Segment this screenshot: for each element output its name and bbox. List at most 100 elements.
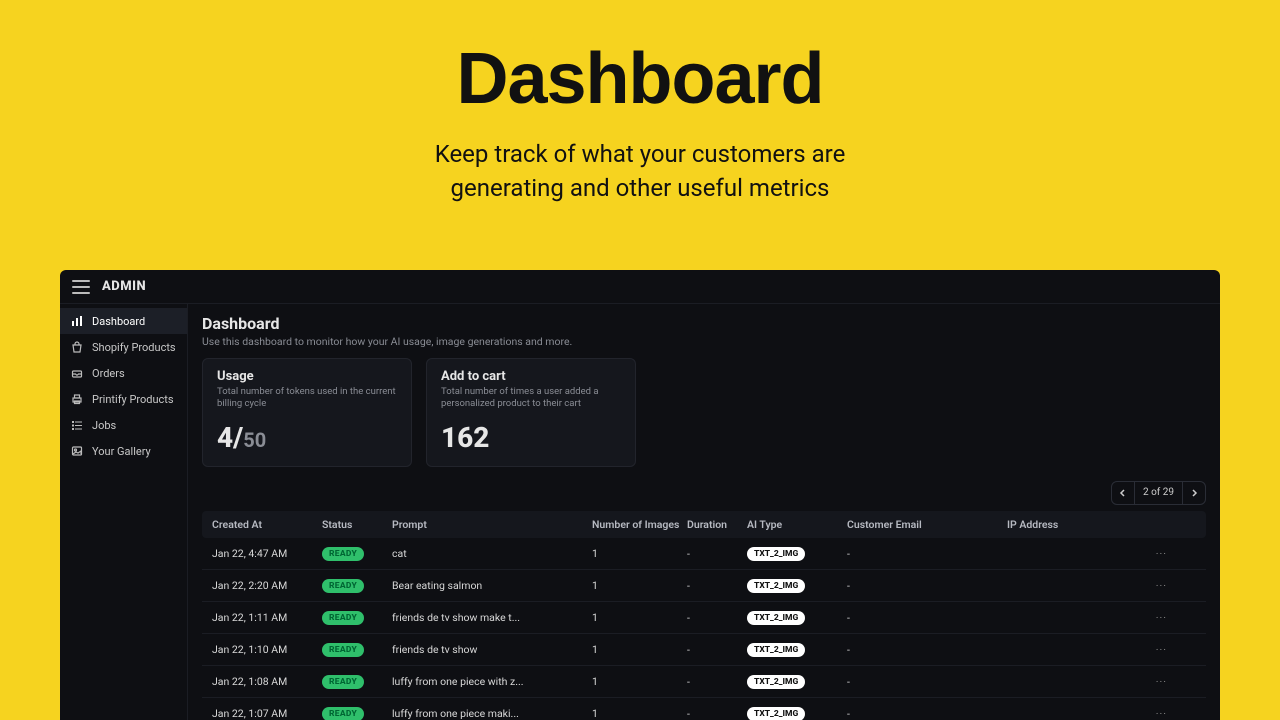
pager-next-button[interactable] — [1183, 482, 1205, 504]
col-status: Status — [322, 518, 392, 531]
status-badge: READY — [322, 611, 364, 625]
status-badge: READY — [322, 675, 364, 689]
col-duration: Duration — [687, 518, 747, 531]
cell-duration: - — [687, 547, 747, 560]
cell-prompt: luffy from one piece maki... — [392, 707, 592, 720]
cart-card: Add to cart Total number of times a user… — [426, 358, 636, 467]
usage-value: 4/50 — [217, 421, 397, 454]
cell-aitype: TXT_2_IMG — [747, 546, 847, 561]
status-badge: READY — [322, 707, 364, 720]
printer-icon — [70, 392, 84, 406]
cell-images: 1 — [592, 643, 687, 656]
col-images: Number of Images — [592, 518, 687, 531]
pager-prev-button[interactable] — [1112, 482, 1134, 504]
menu-icon[interactable] — [72, 280, 90, 294]
sidebar-item-shopify-products[interactable]: Shopify Products — [60, 334, 187, 360]
aitype-badge: TXT_2_IMG — [747, 675, 805, 689]
usage-card: Usage Total number of tokens used in the… — [202, 358, 412, 467]
row-actions-button[interactable]: ··· — [1127, 579, 1167, 592]
usage-subtitle: Total number of tokens used in the curre… — [217, 386, 397, 411]
cart-title: Add to cart — [441, 369, 621, 384]
cell-created: Jan 22, 1:11 AM — [212, 611, 322, 624]
row-actions-button[interactable]: ··· — [1127, 707, 1167, 720]
cell-prompt: cat — [392, 547, 592, 560]
sidebar-item-printify-products[interactable]: Printify Products — [60, 386, 187, 412]
aitype-badge: TXT_2_IMG — [747, 643, 805, 657]
cell-created: Jan 22, 1:10 AM — [212, 643, 322, 656]
sidebar-item-label: Printify Products — [92, 393, 174, 406]
table-row: Jan 22, 1:10 AMREADYfriends de tv show1-… — [202, 634, 1206, 666]
aitype-badge: TXT_2_IMG — [747, 547, 805, 561]
sidebar-item-gallery[interactable]: Your Gallery — [60, 438, 187, 464]
cell-duration: - — [687, 643, 747, 656]
aitype-badge: TXT_2_IMG — [747, 707, 805, 720]
sidebar-item-dashboard[interactable]: Dashboard — [60, 308, 187, 334]
col-prompt: Prompt — [392, 518, 592, 531]
row-actions-button[interactable]: ··· — [1127, 643, 1167, 656]
cell-email: - — [847, 547, 1007, 560]
cell-images: 1 — [592, 707, 687, 720]
cell-aitype: TXT_2_IMG — [747, 642, 847, 657]
bag-icon — [70, 340, 84, 354]
row-actions-button[interactable]: ··· — [1127, 675, 1167, 688]
cell-images: 1 — [592, 611, 687, 624]
cell-email: - — [847, 643, 1007, 656]
cell-created: Jan 22, 1:08 AM — [212, 675, 322, 688]
cell-email: - — [847, 707, 1007, 720]
status-badge: READY — [322, 579, 364, 593]
table-row: Jan 22, 1:07 AMREADY luffy from one piece… — [202, 698, 1206, 720]
table-row: Jan 22, 4:47 AMREADYcat1-TXT_2_IMG-··· — [202, 538, 1206, 570]
chevron-left-icon — [1119, 489, 1127, 497]
brand-label: ADMIN — [102, 279, 146, 294]
cart-subtitle: Total number of times a user added a per… — [441, 386, 621, 411]
table-header: Created At Status Prompt Number of Image… — [202, 511, 1206, 538]
cell-duration: - — [687, 675, 747, 688]
generations-table: Created At Status Prompt Number of Image… — [202, 511, 1206, 720]
cell-email: - — [847, 579, 1007, 592]
aitype-badge: TXT_2_IMG — [747, 579, 805, 593]
sidebar-item-jobs[interactable]: Jobs — [60, 412, 187, 438]
pager: 2 of 29 — [1111, 481, 1206, 505]
image-icon — [70, 444, 84, 458]
cell-status: READY — [322, 642, 392, 657]
hero-title: Dashboard — [0, 38, 1280, 120]
cell-aitype: TXT_2_IMG — [747, 706, 847, 720]
cell-created: Jan 22, 1:07 AM — [212, 707, 322, 720]
cell-images: 1 — [592, 547, 687, 560]
row-actions-button[interactable]: ··· — [1127, 611, 1167, 624]
cell-prompt: friends de tv show — [392, 643, 592, 656]
row-actions-button[interactable]: ··· — [1127, 547, 1167, 560]
admin-panel: ADMIN Dashboard Shopify Products Orders — [60, 270, 1220, 720]
cell-prompt: Bear eating salmon — [392, 579, 592, 592]
cell-duration: - — [687, 707, 747, 720]
sidebar-item-label: Shopify Products — [92, 341, 176, 354]
cell-aitype: TXT_2_IMG — [747, 674, 847, 689]
col-ip: IP Address — [1007, 518, 1127, 531]
sidebar-item-label: Orders — [92, 367, 125, 380]
list-icon — [70, 418, 84, 432]
sidebar: Dashboard Shopify Products Orders Printi… — [60, 304, 188, 720]
cell-status: READY — [322, 610, 392, 625]
sidebar-item-orders[interactable]: Orders — [60, 360, 187, 386]
cell-status: READY — [322, 578, 392, 593]
cell-aitype: TXT_2_IMG — [747, 610, 847, 625]
aitype-badge: TXT_2_IMG — [747, 611, 805, 625]
chevron-right-icon — [1190, 489, 1198, 497]
table-row: Jan 22, 1:08 AMREADYluffy from one piece… — [202, 666, 1206, 698]
cell-duration: - — [687, 611, 747, 624]
col-created: Created At — [212, 518, 322, 531]
cart-value: 162 — [441, 421, 621, 454]
status-badge: READY — [322, 547, 364, 561]
cell-email: - — [847, 675, 1007, 688]
table-row: Jan 22, 1:11 AMREADYfriends de tv show m… — [202, 602, 1206, 634]
page-subtitle: Use this dashboard to monitor how your A… — [202, 335, 1206, 348]
cell-created: Jan 22, 2:20 AM — [212, 579, 322, 592]
table-row: Jan 22, 2:20 AMREADY Bear eating salmon1 -… — [202, 570, 1206, 602]
col-aitype: AI Type — [747, 518, 847, 531]
cell-images: 1 — [592, 579, 687, 592]
hero-subtitle: Keep track of what your customers are ge… — [0, 138, 1280, 205]
cell-aitype: TXT_2_IMG — [747, 578, 847, 593]
cell-images: 1 — [592, 675, 687, 688]
sidebar-item-label: Jobs — [92, 419, 116, 432]
cell-created: Jan 22, 4:47 AM — [212, 547, 322, 560]
